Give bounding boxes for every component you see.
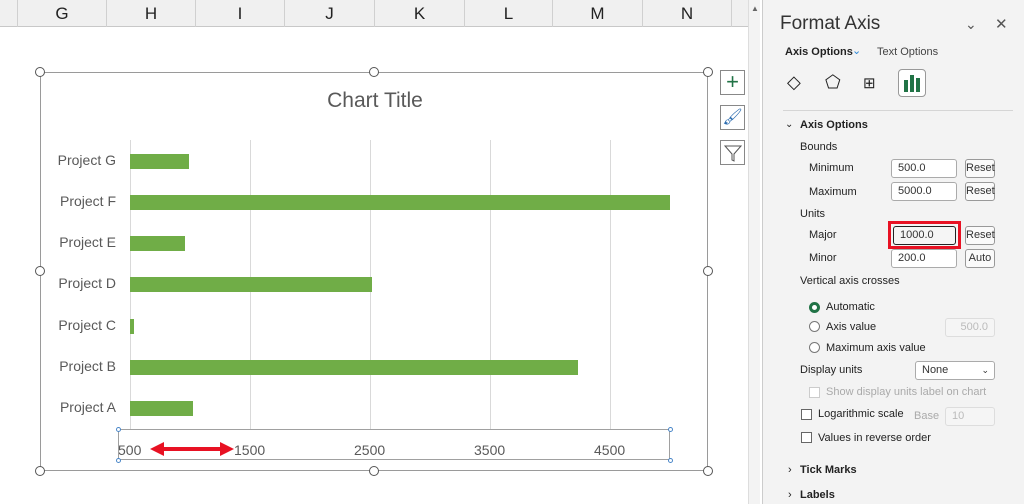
axis-options-chart-icon[interactable] <box>898 69 926 97</box>
maximum-axis-value-label: Maximum axis value <box>826 342 926 354</box>
values-reverse-order-label: Values in reverse order <box>818 432 931 444</box>
resize-handle[interactable] <box>35 466 45 476</box>
section-axis-options[interactable]: Axis Options <box>800 119 868 131</box>
show-units-label-text: Show display units label on chart <box>826 386 987 398</box>
gridline <box>490 140 491 430</box>
expand-chevron-icon[interactable]: › <box>788 464 792 476</box>
close-icon[interactable]: ✕ <box>995 15 1008 33</box>
gridline <box>610 140 611 430</box>
column-header-k[interactable]: K <box>375 0 465 27</box>
maximum-reset-button[interactable]: Reset <box>965 182 995 201</box>
chart-styles-brush-icon[interactable]: 🖌 <box>720 105 745 130</box>
resize-handle[interactable] <box>703 266 713 276</box>
column-header-l[interactable]: L <box>465 0 553 27</box>
section-collapse-chevron-icon[interactable]: ⌄ <box>785 119 793 130</box>
minimum-label: Minimum <box>809 162 854 174</box>
red-double-arrow-annotation <box>150 442 234 456</box>
automatic-radio[interactable] <box>809 302 820 313</box>
category-label: Project G <box>57 151 116 168</box>
tab-text-options[interactable]: Text Options <box>877 46 938 58</box>
show-units-label-checkbox[interactable] <box>809 387 820 398</box>
expand-chevron-icon[interactable]: › <box>788 489 792 501</box>
chart-title[interactable]: Chart Title <box>300 89 450 113</box>
category-label: Project E <box>59 234 116 251</box>
minimum-reset-button[interactable]: Reset <box>965 159 995 178</box>
minor-auto-button[interactable]: Auto <box>965 249 995 268</box>
bar[interactable] <box>130 401 193 416</box>
column-header-g[interactable]: G <box>17 0 107 27</box>
major-reset-button[interactable]: Reset <box>965 226 995 245</box>
axis-handle <box>116 427 121 432</box>
vertical-scrollbar[interactable]: ▲ <box>748 0 760 504</box>
axis-value-radio[interactable] <box>809 321 820 332</box>
category-label: Project A <box>59 399 116 415</box>
major-label: Major <box>809 229 837 241</box>
category-label: Project B <box>59 357 116 374</box>
automatic-label: Automatic <box>826 301 875 313</box>
display-units-value: None <box>922 364 949 376</box>
axis-handle <box>668 427 673 432</box>
pane-title: Format Axis <box>780 13 881 34</box>
chart-filters-funnel-icon[interactable] <box>720 140 745 165</box>
section-labels[interactable]: Labels <box>800 489 835 501</box>
minor-label: Minor <box>809 252 837 264</box>
minimum-input[interactable]: 500.0 <box>891 159 957 178</box>
axis-handle <box>116 458 121 463</box>
minor-input[interactable]: 200.0 <box>891 249 957 268</box>
base-label: Base <box>914 410 940 422</box>
major-input[interactable]: 1000.0 <box>893 226 956 245</box>
maximum-input[interactable]: 5000.0 <box>891 182 957 201</box>
effects-pentagon-icon[interactable]: ⬠ <box>825 72 841 93</box>
vertical-axis-crosses-label: Vertical axis crosses <box>800 275 900 287</box>
base-input[interactable]: 10 <box>945 407 995 426</box>
axis-value-label: Axis value <box>826 321 877 333</box>
column-header-j[interactable]: J <box>285 0 375 27</box>
maximum-axis-value-radio[interactable] <box>809 342 820 353</box>
category-label: Project F <box>59 193 116 209</box>
bar[interactable] <box>130 195 670 210</box>
column-header-h[interactable]: H <box>107 0 196 27</box>
section-tick-marks[interactable]: Tick Marks <box>800 464 857 476</box>
bounds-label: Bounds <box>800 141 838 153</box>
bar[interactable] <box>130 318 134 334</box>
bar[interactable] <box>130 153 189 169</box>
category-label: Project D <box>58 275 116 292</box>
format-axis-pane: Format Axis ⌄ ✕ Axis Options ⌄ Text Opti… <box>762 0 1024 504</box>
axis-handle <box>668 458 673 463</box>
resize-handle[interactable] <box>703 67 713 77</box>
logarithmic-scale-label: Logarithmic scale <box>818 408 904 420</box>
tab-axis-options[interactable]: Axis Options <box>785 46 853 58</box>
maximum-label: Maximum <box>809 186 857 198</box>
bar[interactable] <box>130 236 186 252</box>
scroll-up-icon[interactable]: ▲ <box>751 4 759 13</box>
column-header-i[interactable]: I <box>196 0 285 27</box>
units-label: Units <box>800 208 826 220</box>
dropdown-chevron-icon: ⌄ <box>981 365 989 375</box>
tab-dropdown-chevron-icon[interactable]: ⌄ <box>852 44 861 57</box>
axis-value-input[interactable]: 500.0 <box>945 318 995 337</box>
column-headers: G H I J K L M N <box>0 0 748 27</box>
resize-handle[interactable] <box>369 67 379 77</box>
resize-handle[interactable] <box>703 466 713 476</box>
bar[interactable] <box>130 359 578 375</box>
chart-elements-plus-icon[interactable]: + <box>720 70 745 95</box>
display-units-label: Display units <box>800 364 863 376</box>
resize-handle[interactable] <box>35 67 45 77</box>
column-header-n[interactable]: N <box>643 0 732 27</box>
display-units-select[interactable]: None ⌄ <box>915 361 995 380</box>
category-label: Project C <box>58 316 116 333</box>
size-properties-icon[interactable]: ⊞ <box>863 74 876 92</box>
fill-line-icon[interactable]: ◇ <box>787 72 801 93</box>
resize-handle[interactable] <box>369 466 379 476</box>
pane-options-chevron-icon[interactable]: ⌄ <box>965 16 977 33</box>
divider <box>783 110 1013 111</box>
values-reverse-order-checkbox[interactable] <box>801 432 812 443</box>
bar[interactable] <box>130 277 373 293</box>
column-header-m[interactable]: M <box>553 0 643 27</box>
logarithmic-scale-checkbox[interactable] <box>801 409 812 420</box>
